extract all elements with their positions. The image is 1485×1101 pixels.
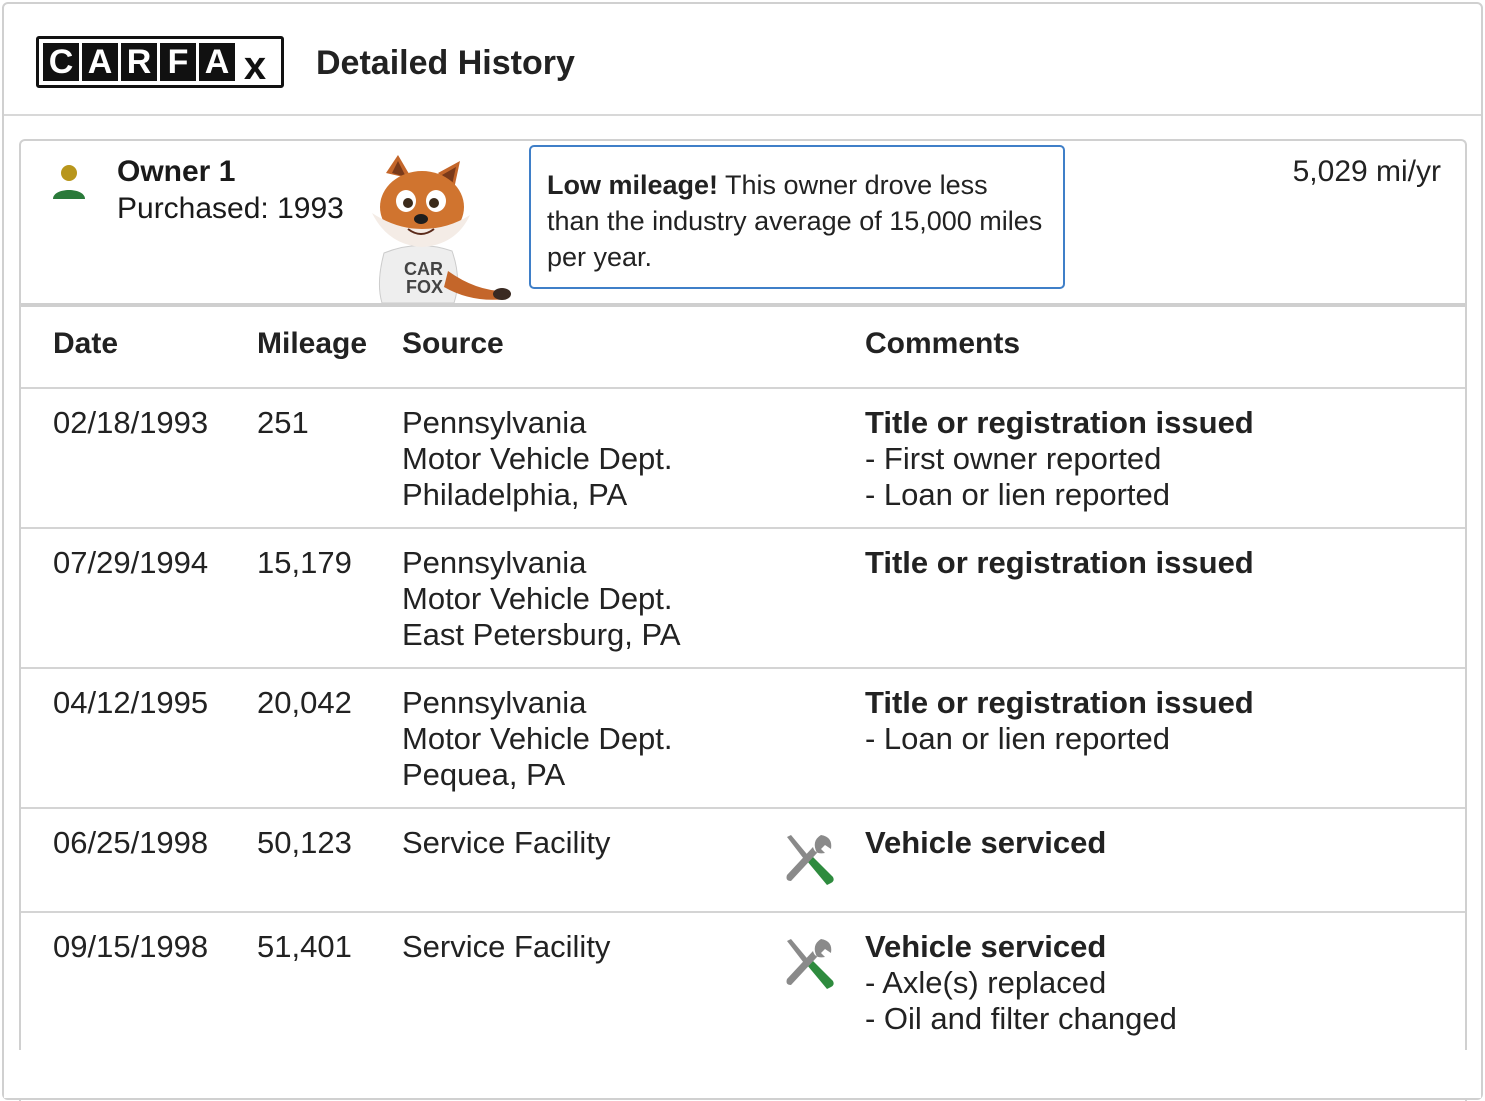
report-header: C A R F A x Detailed History xyxy=(4,4,1481,116)
row-source: Service Facility xyxy=(402,929,610,965)
miles-per-year: 5,029 mi/yr xyxy=(1292,155,1441,188)
service-tools-icon xyxy=(786,835,834,885)
comment-title: Title or registration issued xyxy=(865,685,1254,720)
row-source: Pennsylvania Motor Vehicle Dept. East Pe… xyxy=(402,545,681,653)
comment-item: - Oil and filter changed xyxy=(865,1001,1177,1036)
page-title: Detailed History xyxy=(316,44,575,82)
row-mileage: 51,401 xyxy=(257,929,352,964)
column-header-comments: Comments xyxy=(865,327,1021,360)
row-date: 09/15/1998 xyxy=(53,929,209,964)
comment-item: - Loan or lien reported xyxy=(865,477,1171,512)
logo-letter: R xyxy=(121,43,157,81)
table-row: 06/25/1998 50,123 Service Facility Vehic… xyxy=(21,809,1465,913)
logo-letter: F xyxy=(160,43,196,81)
row-comments: Vehicle serviced - Axle(s) replaced - Oi… xyxy=(865,929,1177,1037)
comment-item: - Loan or lien reported xyxy=(865,721,1171,756)
carfox-mascot-icon: CAR FOX xyxy=(372,155,511,304)
low-mileage-callout: Low mileage! This owner drove less than … xyxy=(529,145,1065,289)
column-header-date: Date xyxy=(53,327,119,360)
source-line: East Petersburg, PA xyxy=(402,617,681,652)
source-line: Pennsylvania xyxy=(402,545,587,580)
row-mileage: 251 xyxy=(257,405,309,440)
table-header: Date Mileage Source Comments xyxy=(21,307,1465,389)
table-row: 02/18/1993 251 Pennsylvania Motor Vehicl… xyxy=(21,389,1465,529)
comment-title: Title or registration issued xyxy=(865,545,1254,580)
row-mileage: 15,179 xyxy=(257,545,352,580)
source-line: Service Facility xyxy=(402,929,611,964)
row-comments: Vehicle serviced xyxy=(865,825,1106,861)
row-date: 02/18/1993 xyxy=(53,405,209,440)
callout-highlight: Low mileage! xyxy=(547,170,719,200)
row-source: Pennsylvania Motor Vehicle Dept. Philade… xyxy=(402,405,673,513)
source-line: Service Facility xyxy=(402,825,611,860)
source-line: Pequea, PA xyxy=(402,757,566,792)
service-tools-icon xyxy=(786,939,834,989)
bottom-whitespace xyxy=(4,1050,1481,1098)
logo-letter: C xyxy=(43,43,79,81)
logo-letter: A xyxy=(199,43,235,81)
row-mileage: 50,123 xyxy=(257,825,352,860)
owner-name: Owner 1 xyxy=(117,155,236,188)
owner-person-icon xyxy=(53,165,85,199)
column-header-mileage: Mileage xyxy=(257,327,368,360)
row-comments: Title or registration issued xyxy=(865,545,1254,581)
row-comments: Title or registration issued - Loan or l… xyxy=(865,685,1254,757)
row-mileage: 20,042 xyxy=(257,685,352,720)
carfax-logo: C A R F A x xyxy=(36,36,284,88)
column-header-source: Source xyxy=(402,327,504,360)
logo-letter: A xyxy=(82,43,118,81)
comment-title: Vehicle serviced xyxy=(865,825,1107,860)
comment-title: Title or registration issued xyxy=(865,405,1254,440)
row-source: Pennsylvania Motor Vehicle Dept. Pequea,… xyxy=(402,685,673,793)
logo-letter: x xyxy=(238,43,272,88)
source-line: Motor Vehicle Dept. xyxy=(402,721,673,756)
row-comments: Title or registration issued - First own… xyxy=(865,405,1254,513)
owner-purchased-year: Purchased: 1993 xyxy=(117,192,344,225)
source-line: Motor Vehicle Dept. xyxy=(402,581,673,616)
source-line: Philadelphia, PA xyxy=(402,477,628,512)
row-date: 04/12/1995 xyxy=(53,685,209,720)
comment-item: - First owner reported xyxy=(865,441,1162,476)
comment-title: Vehicle serviced xyxy=(865,929,1107,964)
row-date: 06/25/1998 xyxy=(53,825,209,860)
svg-text:CAR: CAR xyxy=(404,259,443,279)
comment-item: - Axle(s) replaced xyxy=(865,965,1107,1000)
source-line: Pennsylvania xyxy=(402,685,587,720)
row-source: Service Facility xyxy=(402,825,610,861)
row-date: 07/29/1994 xyxy=(53,545,209,580)
svg-text:FOX: FOX xyxy=(406,277,443,297)
source-line: Motor Vehicle Dept. xyxy=(402,441,673,476)
table-row: 09/15/1998 51,401 Service Facility Vehic… xyxy=(21,913,1465,1053)
source-line: Pennsylvania xyxy=(402,405,587,440)
table-row: 04/12/1995 20,042 Pennsylvania Motor Veh… xyxy=(21,669,1465,809)
table-row: 07/29/1994 15,179 Pennsylvania Motor Veh… xyxy=(21,529,1465,669)
